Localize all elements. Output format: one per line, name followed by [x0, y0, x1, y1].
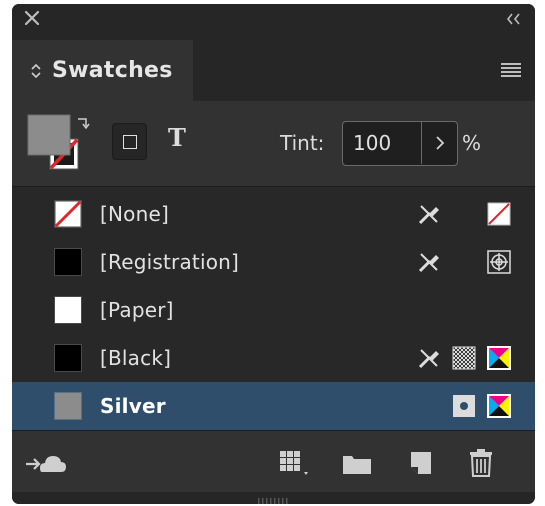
swatch-row-paper[interactable]: [Paper] — [12, 286, 535, 334]
no-edit-icon — [418, 253, 439, 273]
fill-stroke-selector[interactable] — [26, 113, 94, 175]
swatch-controls: T Tint: % — [12, 101, 535, 189]
swatch-row-silver[interactable]: Silver — [12, 382, 535, 430]
expand-collapse-icon — [31, 63, 41, 78]
close-icon[interactable] — [22, 8, 44, 30]
cmyk-icon — [487, 346, 511, 370]
swatch-name: [None] — [100, 202, 169, 226]
cmyk-icon — [487, 394, 511, 418]
tint-field — [342, 121, 458, 166]
swatch-row-black[interactable]: [Black] — [12, 334, 535, 382]
container-square-icon — [122, 134, 137, 149]
panel-title: Swatches — [52, 58, 173, 83]
collapse-panel-icon[interactable] — [503, 10, 525, 28]
formatting-container-button[interactable] — [112, 123, 147, 160]
tint-unit: % — [462, 131, 482, 155]
none-swatch-icon — [487, 202, 511, 226]
tab-swatches[interactable]: Swatches — [12, 40, 193, 101]
swatch-row-registration[interactable]: [Registration] — [12, 238, 535, 286]
new-swatch-icon[interactable] — [406, 448, 436, 478]
no-edit-icon — [418, 205, 439, 225]
cloud-library-icon[interactable] — [24, 448, 68, 478]
swatch-chip — [54, 248, 82, 276]
no-edit-icon — [418, 349, 439, 369]
swatch-chip — [54, 200, 82, 228]
swatch-name: [Black] — [100, 346, 172, 370]
tint-input[interactable] — [343, 122, 421, 164]
spot-color-icon — [453, 395, 475, 417]
panel-footer — [12, 432, 535, 492]
swatch-name: [Paper] — [100, 298, 174, 322]
tint-label: Tint: — [280, 131, 325, 155]
resize-grip[interactable] — [12, 492, 535, 504]
swatches-panel: Swatches T Tint: 100 % [None] [Registrat… — [12, 4, 535, 504]
swatch-name: Silver — [100, 394, 166, 418]
grip-lines-icon — [258, 498, 288, 504]
panel-menu-icon[interactable] — [501, 63, 521, 77]
swatch-chip — [54, 392, 82, 420]
new-color-group-icon[interactable] — [340, 448, 374, 478]
trash-icon[interactable] — [468, 447, 494, 479]
formatting-text-button[interactable]: T — [168, 123, 186, 152]
swatch-chip — [54, 344, 82, 372]
tab-row: Swatches — [12, 40, 535, 101]
swatch-list: [None] [Registration] [Paper] [Black] Si… — [12, 186, 535, 431]
registration-mark-icon — [487, 250, 511, 274]
panel-title-bar — [12, 4, 535, 40]
chevron-right-icon — [435, 136, 444, 150]
tint-slider-button[interactable] — [421, 122, 457, 164]
swatch-row-none[interactable]: [None] — [12, 190, 535, 238]
swatch-chip — [54, 296, 82, 324]
process-checker-icon — [452, 346, 476, 370]
swatch-views-icon[interactable] — [278, 448, 314, 478]
swatch-name: [Registration] — [100, 250, 240, 274]
